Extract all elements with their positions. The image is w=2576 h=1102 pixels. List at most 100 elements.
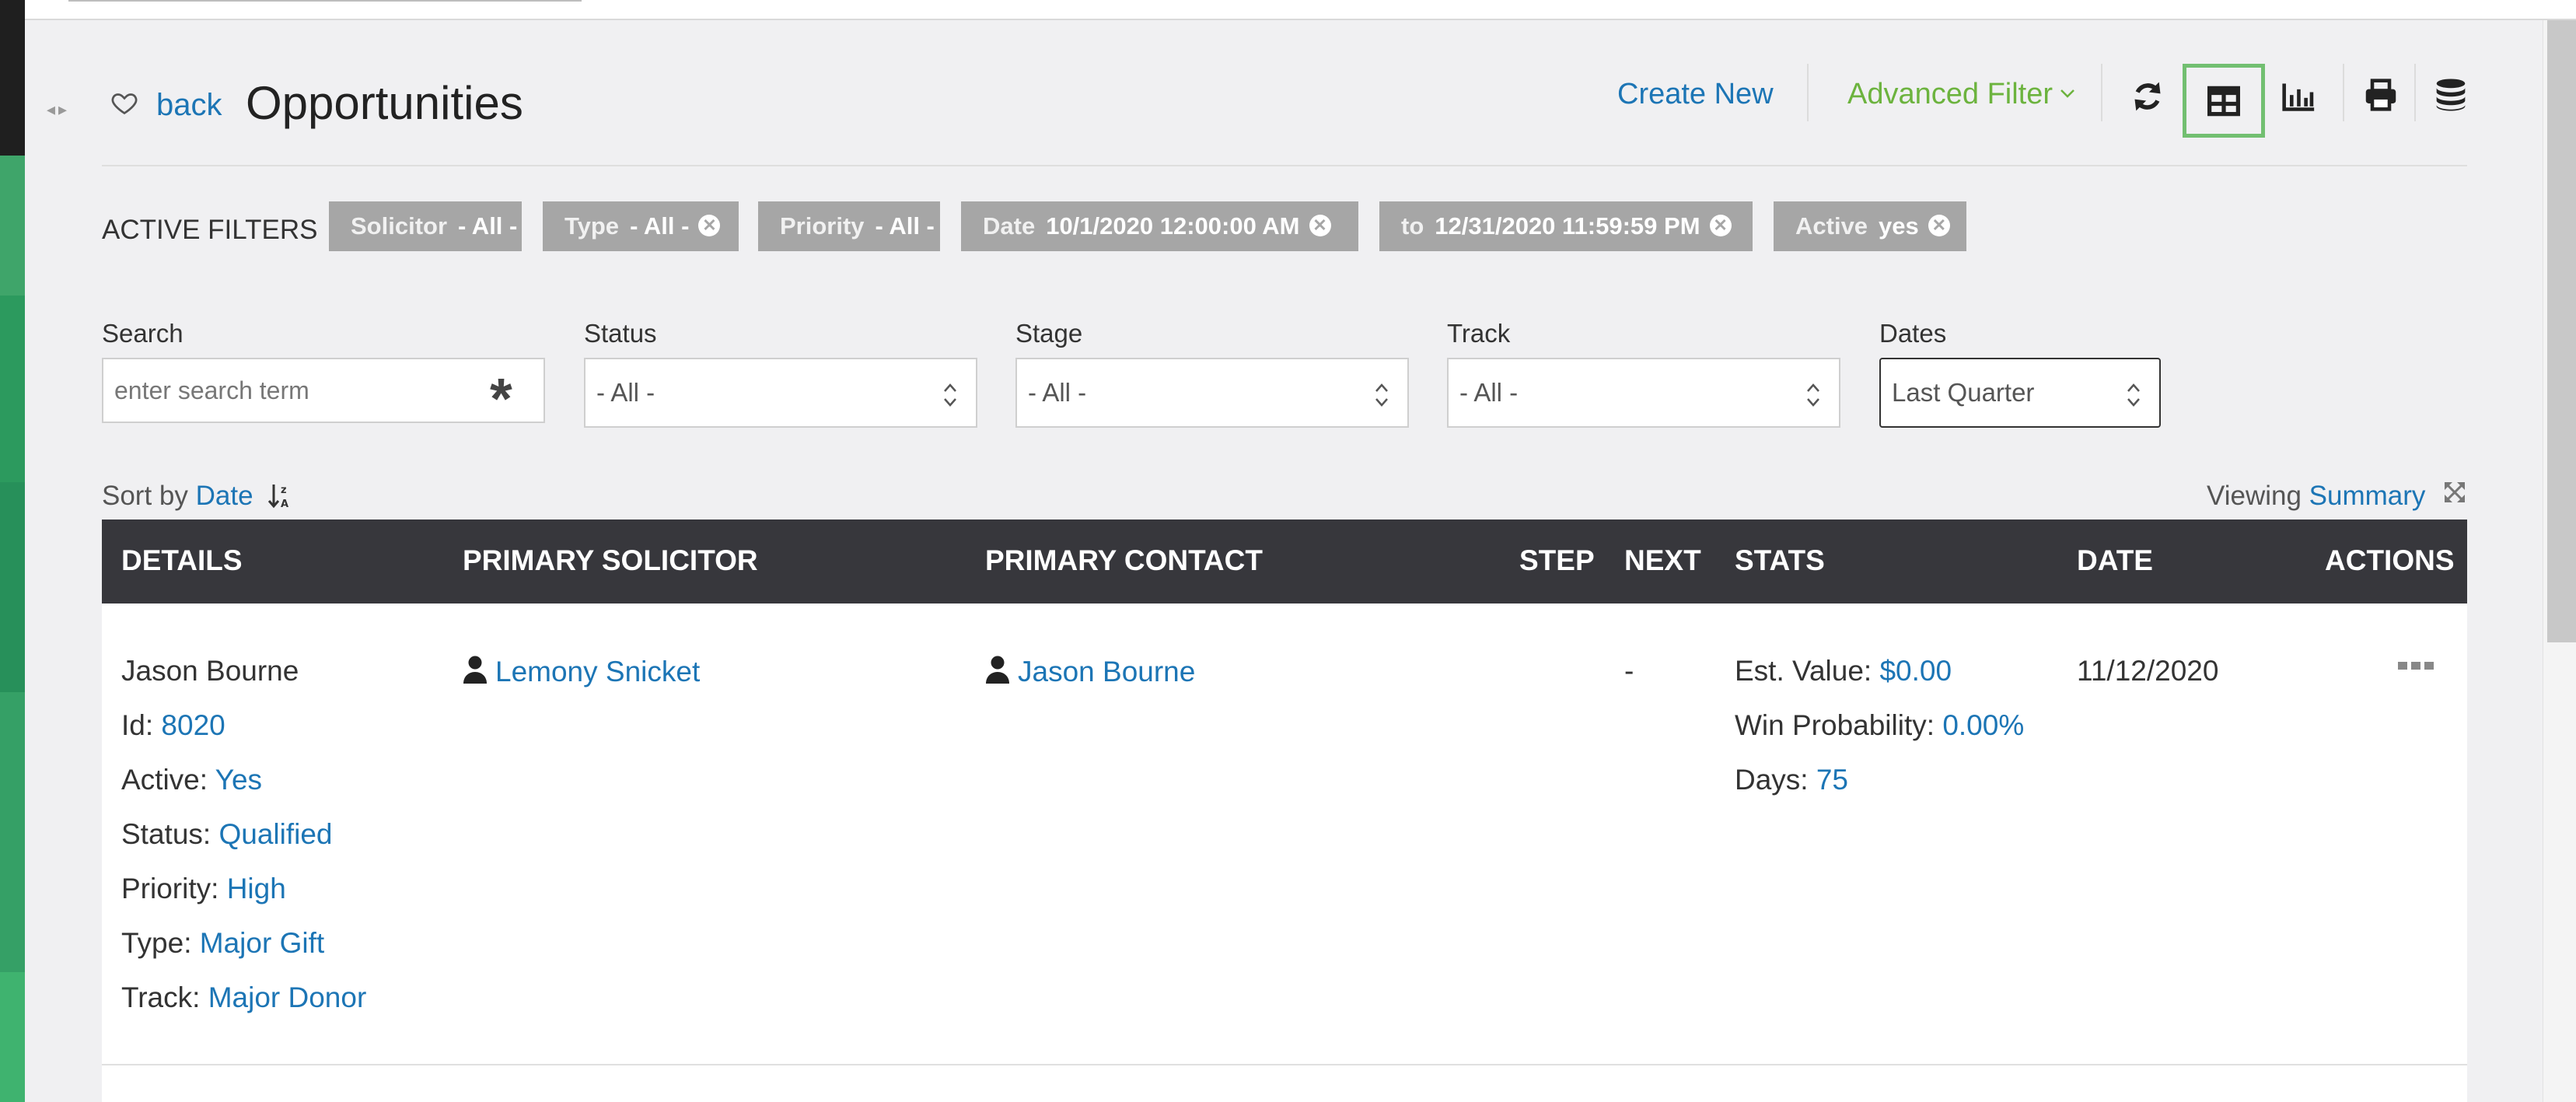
advanced-filter-dropdown[interactable]: Advanced Filter — [1847, 78, 2053, 111]
detail-value[interactable]: Qualified — [218, 818, 332, 850]
solicitor-link[interactable]: Lemony Snicket — [495, 656, 700, 687]
stat-days: Days: 75 — [1735, 764, 1848, 796]
database-icon[interactable] — [2434, 78, 2468, 112]
primary-solicitor: Lemony Snicket — [463, 655, 700, 688]
chip-value: 10/1/2020 12:00:00 AM — [1046, 212, 1300, 240]
track-select[interactable]: - All - — [1447, 358, 1840, 428]
col-header-step[interactable]: STEP — [1519, 544, 1595, 577]
header-divider — [102, 165, 2467, 166]
filter-chip-date-to[interactable]: to 12/31/2020 11:59:59 PM ✕ — [1379, 201, 1753, 251]
status-select[interactable]: - All - — [584, 358, 977, 428]
stat-value[interactable]: 0.00% — [1942, 709, 2024, 741]
top-bar — [25, 0, 2576, 20]
detail-value[interactable]: Major Donor — [208, 981, 367, 1013]
col-header-next[interactable]: NEXT — [1624, 544, 1701, 577]
filter-chip-active[interactable]: Active yes ✕ — [1774, 201, 1966, 251]
create-new-link[interactable]: Create New — [1617, 78, 1774, 111]
contact-link[interactable]: Jason Bourne — [1018, 656, 1195, 687]
table-view-button[interactable] — [2183, 64, 2265, 138]
chevron-down-icon[interactable] — [2059, 87, 2076, 100]
page-title: Opportunities — [246, 77, 523, 129]
sort-field-link[interactable]: Date — [196, 481, 253, 511]
date-link[interactable]: 11/12/2020 — [2077, 655, 2218, 687]
search-input[interactable] — [102, 358, 545, 423]
sort-desc-icon[interactable]: z A — [267, 482, 294, 510]
more-actions-icon[interactable] — [2396, 659, 2435, 672]
remove-filter-icon[interactable]: ✕ — [1709, 214, 1732, 236]
stat-label: Win Probability: — [1735, 709, 1935, 741]
filter-chip-date-from[interactable]: Date 10/1/2020 12:00:00 AM ✕ — [961, 201, 1358, 251]
heart-icon[interactable] — [110, 89, 138, 117]
chip-label: Active — [1795, 212, 1868, 240]
person-icon — [986, 656, 1009, 684]
detail-value[interactable]: Yes — [215, 764, 262, 796]
remove-filter-icon[interactable]: ✕ — [1928, 214, 1950, 236]
col-header-date[interactable]: DATE — [2077, 544, 2153, 577]
status-select-value: - All - — [596, 378, 655, 407]
col-header-stats[interactable]: STATS — [1735, 544, 1825, 577]
detail-label: Status: — [121, 818, 211, 850]
detail-label: Type: — [121, 927, 192, 959]
person-icon — [463, 656, 487, 684]
detail-value[interactable]: 8020 — [161, 709, 225, 741]
chip-value: - All - — [458, 212, 518, 240]
stat-est-value: Est. Value: $0.00 — [1735, 655, 1952, 687]
toolbar-divider — [1807, 64, 1809, 121]
detail-label: Priority: — [121, 873, 219, 904]
viewing-label: Viewing — [2207, 481, 2302, 511]
track-label: Track — [1447, 319, 1511, 348]
chip-label: Type — [564, 212, 620, 240]
remove-filter-icon[interactable]: ✕ — [698, 214, 721, 236]
chip-label: Solicitor — [351, 212, 448, 240]
detail-value[interactable]: High — [227, 873, 286, 904]
table-row-next — [102, 1065, 2467, 1102]
detail-value[interactable]: Major Gift — [200, 927, 324, 959]
filter-chip-solicitor[interactable]: Solicitor - All - — [329, 201, 522, 251]
sort-by-label: Sort by — [102, 481, 188, 511]
refresh-icon[interactable] — [2130, 79, 2165, 114]
table-view-icon — [2207, 86, 2240, 117]
col-header-actions: ACTIONS — [2325, 544, 2455, 576]
col-header-primary-contact[interactable]: PRIMARY CONTACT — [985, 544, 1263, 577]
remove-filter-icon[interactable]: ✕ — [1309, 214, 1331, 236]
stat-label: Est. Value: — [1735, 655, 1872, 687]
dates-select[interactable]: Last Quarter — [1879, 358, 2161, 428]
stage-label: Stage — [1015, 319, 1083, 348]
stat-value[interactable]: 75 — [1816, 764, 1848, 796]
detail-status: Status: Qualified — [121, 818, 333, 851]
svg-text:z: z — [281, 485, 287, 496]
stat-value[interactable]: $0.00 — [1879, 655, 1952, 687]
expand-icon[interactable] — [2443, 481, 2466, 504]
detail-id: Id: 8020 — [121, 709, 225, 742]
toolbar-divider — [2343, 64, 2344, 121]
detail-label: Id: — [121, 709, 154, 741]
print-icon[interactable] — [2364, 78, 2398, 112]
detail-priority: Priority: High — [121, 873, 286, 905]
search-label: Search — [102, 319, 184, 348]
opportunity-name-link[interactable]: Jason Bourne — [121, 655, 299, 687]
detail-label: Active: — [121, 764, 208, 796]
filter-chip-priority[interactable]: Priority - All - — [758, 201, 940, 251]
dates-label: Dates — [1879, 319, 1947, 348]
col-header-details[interactable]: DETAILS — [121, 544, 243, 577]
back-link[interactable]: back — [156, 88, 222, 123]
chip-value: - All - — [875, 212, 935, 240]
viewing-mode-link[interactable]: Summary — [2309, 481, 2426, 511]
asterisk-icon[interactable]: * — [490, 366, 512, 432]
left-sidebar-strip — [0, 0, 25, 1102]
chip-value: - All - — [630, 212, 690, 240]
chart-icon[interactable] — [2281, 79, 2316, 114]
track-select-value: - All - — [1459, 378, 1519, 407]
dates-select-value: Last Quarter — [1892, 378, 2035, 407]
col-header-primary-solicitor[interactable]: PRIMARY SOLICITOR — [463, 544, 758, 577]
history-arrows-icon[interactable]: ◂▸ — [47, 100, 70, 120]
sort-by-control: Sort by Date — [102, 481, 253, 512]
toolbar-divider — [2414, 64, 2416, 121]
scrollbar-thumb[interactable] — [2547, 20, 2576, 642]
updown-arrows-icon — [1807, 383, 1819, 407]
stage-select[interactable]: - All - — [1015, 358, 1409, 428]
detail-track: Track: Major Donor — [121, 981, 366, 1014]
filter-chip-type[interactable]: Type - All - ✕ — [543, 201, 739, 251]
status-label: Status — [584, 319, 657, 348]
detail-label: Track: — [121, 981, 201, 1013]
